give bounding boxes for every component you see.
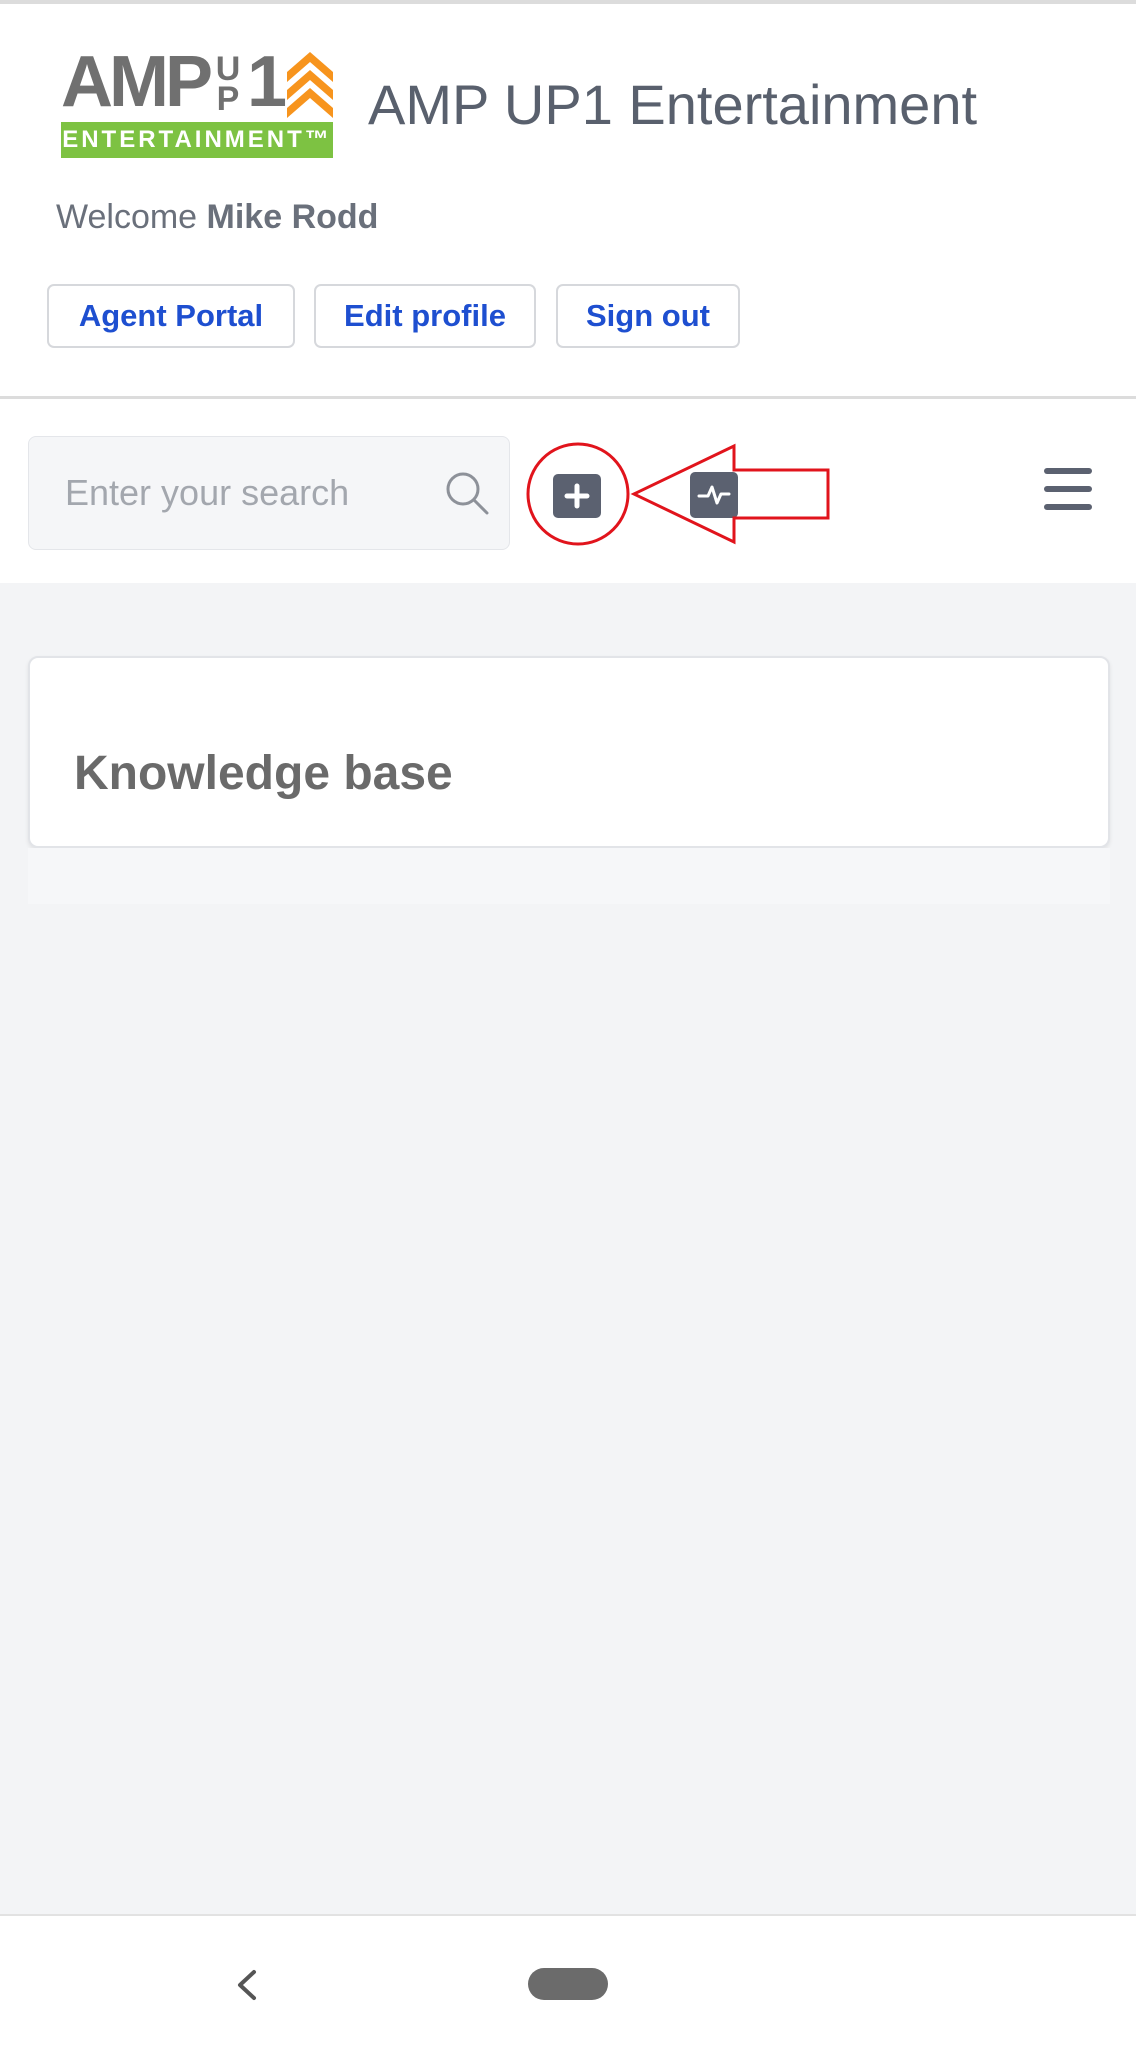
user-name: Mike Rodd bbox=[206, 198, 379, 236]
site-title: AMP UP1 Entertainment bbox=[368, 73, 978, 136]
logo-amp-text: AMP bbox=[61, 42, 213, 122]
search-input[interactable] bbox=[65, 465, 385, 521]
search-icon[interactable] bbox=[443, 469, 491, 517]
chevron-up-stack-icon bbox=[287, 52, 333, 118]
sign-out-button[interactable]: Sign out bbox=[556, 284, 740, 348]
add-ticket-button[interactable] bbox=[553, 474, 601, 518]
brand-logo[interactable]: AMP U P 1 ENTERTAINMENT™ bbox=[61, 42, 333, 158]
card-title: Knowledge base bbox=[74, 747, 453, 800]
logo-tagline: ENTERTAINMENT™ bbox=[61, 122, 333, 158]
welcome-prefix: Welcome bbox=[56, 198, 207, 236]
back-chevron-icon[interactable] bbox=[226, 1960, 266, 2010]
logo-up-text: U P bbox=[210, 52, 246, 118]
agent-portal-button[interactable]: Agent Portal bbox=[47, 284, 295, 348]
logo-number: 1 bbox=[247, 42, 288, 122]
activity-button[interactable] bbox=[690, 472, 738, 518]
welcome-message: Welcome Mike Rodd bbox=[56, 196, 378, 238]
knowledge-base-card[interactable]: Knowledge base bbox=[28, 656, 1110, 848]
hamburger-menu-icon[interactable] bbox=[1044, 466, 1092, 512]
home-pill-icon[interactable] bbox=[528, 1968, 608, 2000]
edit-profile-button[interactable]: Edit profile bbox=[314, 284, 536, 348]
card-footer-area bbox=[28, 848, 1110, 904]
logo-top: AMP U P 1 bbox=[61, 42, 333, 122]
search-box[interactable] bbox=[28, 436, 510, 550]
activity-icon bbox=[697, 485, 731, 505]
logo-up-p: P bbox=[216, 80, 240, 118]
plus-square-icon bbox=[564, 483, 590, 509]
android-nav-bar bbox=[0, 1914, 1136, 2050]
